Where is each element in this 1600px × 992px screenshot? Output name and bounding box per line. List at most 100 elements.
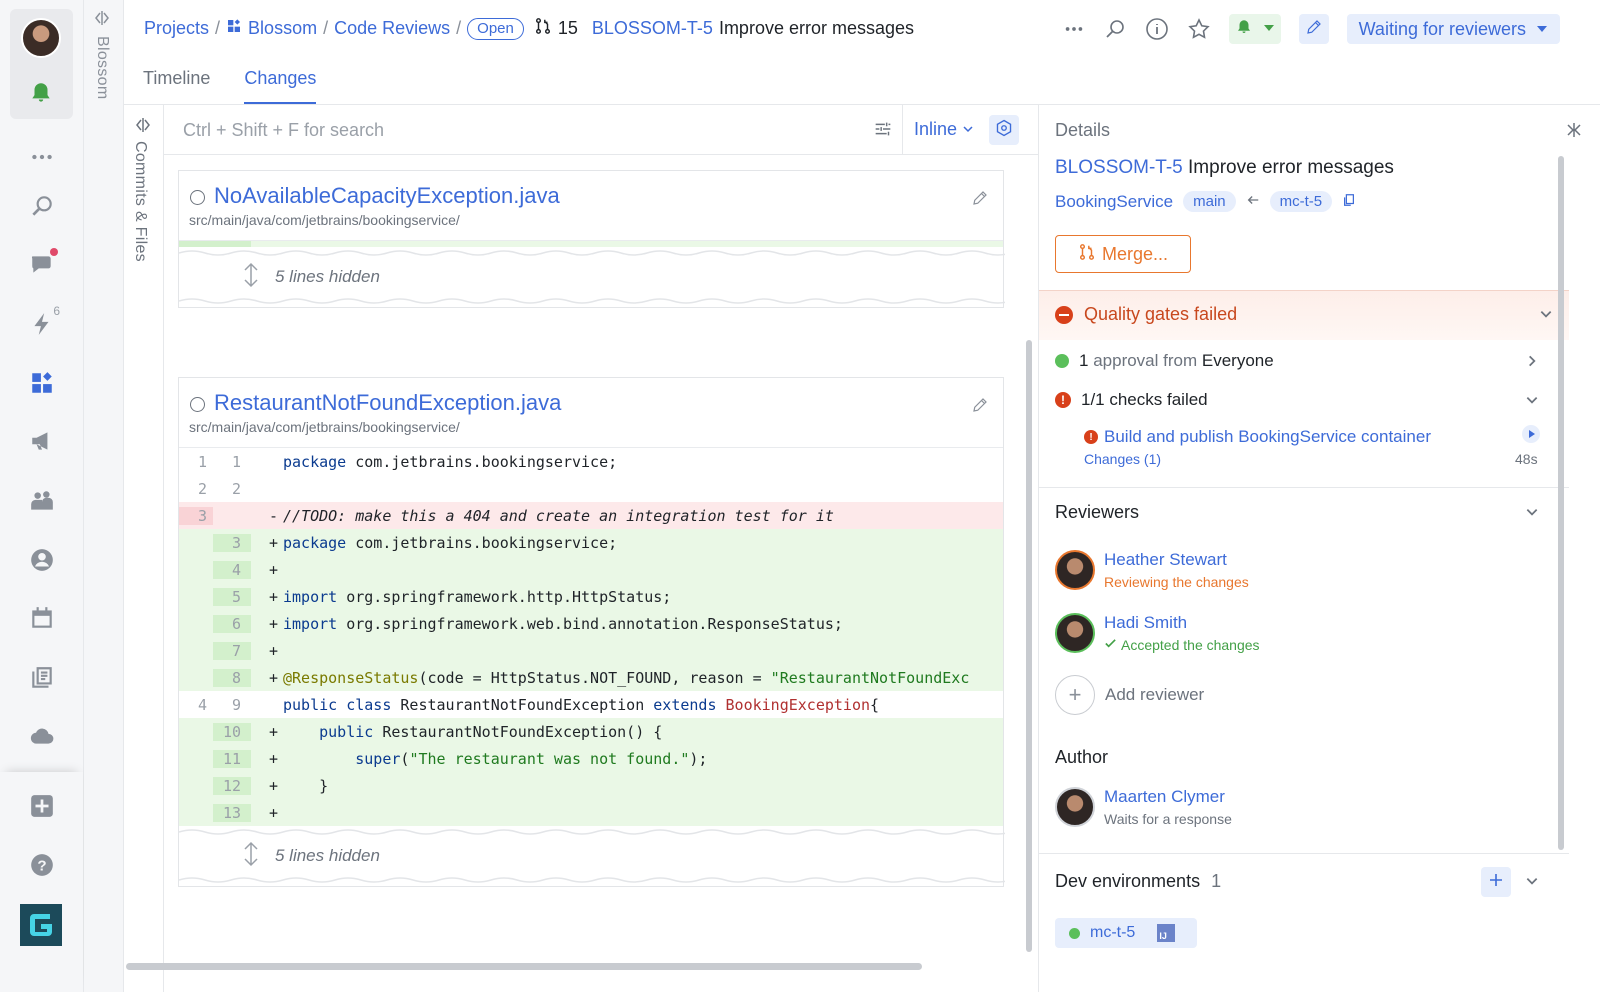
add-dev-environment-button[interactable]	[1481, 867, 1511, 897]
hidden-lines-label: 5 lines hidden	[275, 846, 380, 865]
star-icon[interactable]	[1187, 17, 1211, 41]
dev-environment-item[interactable]: mc-t-5 IJ	[1055, 918, 1197, 948]
diff-vertical-scrollbar[interactable]	[1026, 340, 1032, 952]
chevron-down-icon[interactable]	[1525, 393, 1539, 410]
expand-sidebar-icon[interactable]	[92, 8, 112, 31]
add-icon[interactable]	[22, 786, 62, 826]
code-line-added[interactable]: 13 +	[179, 799, 1003, 826]
details-scrollbar[interactable]	[1558, 156, 1564, 850]
projects-icon[interactable]	[22, 363, 62, 403]
code-line-added[interactable]: 3 + package com.jetbrains.bookingservice;	[179, 529, 1003, 556]
repository-link[interactable]: BookingService	[1055, 192, 1173, 212]
subscription-button[interactable]	[1228, 14, 1281, 44]
add-reviewer-button[interactable]: + Add reviewer	[1055, 675, 1204, 715]
documents-icon[interactable]	[22, 658, 62, 698]
chevron-down-icon[interactable]	[1539, 307, 1553, 324]
breadcrumb-project[interactable]: Blossom	[248, 18, 317, 39]
view-mode-dropdown[interactable]: Inline	[914, 119, 974, 140]
automation-icon[interactable]: 6	[22, 304, 62, 344]
reviewer-name[interactable]: Hadi Smith	[1104, 613, 1187, 633]
blog-icon[interactable]	[22, 421, 62, 461]
commits-files-panel-collapsed[interactable]: Commits & Files	[124, 105, 164, 992]
profile-button[interactable]	[10, 9, 73, 67]
wave-top	[179, 829, 1005, 835]
team-icon[interactable]	[22, 481, 62, 521]
expand-panel-icon[interactable]	[133, 115, 153, 139]
review-key[interactable]: BLOSSOM-T-5	[1055, 157, 1183, 178]
checks-status: 1/1 checks failed	[1081, 390, 1208, 409]
notifications-button[interactable]	[10, 67, 73, 119]
code-line-added[interactable]: 5 + import org.springframework.http.HttpSt…	[179, 583, 1003, 610]
review-title: Improve error messages	[1188, 157, 1394, 178]
collapse-panel-icon[interactable]	[1564, 120, 1584, 144]
approved-status-dot	[1055, 354, 1069, 368]
blocked-icon	[1055, 306, 1073, 324]
calendar-icon[interactable]	[22, 598, 62, 638]
file-viewed-toggle[interactable]	[190, 397, 205, 412]
profile-icon[interactable]	[22, 540, 62, 580]
review-key[interactable]: BLOSSOM-T-5	[592, 18, 713, 39]
review-status-dropdown[interactable]: Waiting for reviewers	[1346, 14, 1560, 44]
edit-file-icon[interactable]	[971, 396, 989, 418]
avatar[interactable]	[1055, 550, 1095, 590]
source-branch[interactable]: mc-t-5	[1269, 191, 1333, 212]
file-viewed-toggle[interactable]	[190, 190, 205, 205]
avatar[interactable]	[1055, 787, 1095, 827]
caret-down-icon[interactable]	[1263, 21, 1275, 38]
search-icon[interactable]	[1103, 17, 1127, 41]
file-path: src/main/java/com/jetbrains/bookingservi…	[189, 419, 460, 435]
reviewer-name[interactable]: Heather Stewart	[1104, 550, 1227, 570]
quality-gates-header[interactable]: Quality gates failed	[1039, 290, 1569, 340]
diff-settings-button[interactable]	[989, 115, 1019, 145]
code-line[interactable]: 22	[179, 475, 1003, 502]
approval-row[interactable]: 1 approval from Everyone	[1055, 351, 1274, 371]
checks-row[interactable]: ! 1/1 checks failed	[1055, 390, 1208, 410]
arrow-left-icon	[1246, 192, 1260, 212]
diff-horizontal-scrollbar[interactable]	[126, 963, 922, 970]
code-line-added[interactable]: 10 + public RestaurantNotFoundException()…	[179, 718, 1003, 745]
project-sidebar-collapsed[interactable]: Blossom	[84, 0, 124, 992]
cloud-icon[interactable]	[22, 716, 62, 756]
target-branch[interactable]: main	[1183, 191, 1236, 212]
code-line[interactable]: 1 1 package com.jetbrains.bookingservice;	[179, 448, 1003, 475]
edit-file-icon[interactable]	[971, 189, 989, 211]
check-changes-link[interactable]: Changes (1)	[1084, 451, 1161, 467]
chevron-right-icon[interactable]	[1525, 354, 1539, 371]
space-logo-icon[interactable]	[20, 904, 62, 946]
code-line-added[interactable]: 8 + @ResponseStatus(code = HttpStatus.NOT_…	[179, 664, 1003, 691]
filter-settings-icon[interactable]	[872, 118, 894, 144]
code-line[interactable]: 4 9 public class RestaurantNotFoundExcepti…	[179, 691, 1003, 718]
expand-arrows-icon	[243, 261, 259, 293]
help-icon[interactable]: ?	[22, 845, 62, 885]
breadcrumb-code-reviews[interactable]: Code Reviews	[334, 18, 450, 39]
more-options-icon[interactable]	[1063, 18, 1085, 40]
code-line-removed[interactable]: 3-//TODO: make this a 404 and create an …	[179, 502, 1003, 529]
breadcrumb-projects[interactable]: Projects	[144, 18, 209, 39]
run-icon[interactable]	[1521, 424, 1541, 448]
tab-changes[interactable]: Changes	[244, 68, 317, 104]
check-item[interactable]: ! Build and publish BookingService conta…	[1084, 427, 1431, 447]
file-name[interactable]: RestaurantNotFoundException.java	[214, 390, 561, 416]
diff-search-input[interactable]: Ctrl + Shift + F for search	[183, 120, 384, 141]
code-line-added[interactable]: 7 +	[179, 637, 1003, 664]
edit-button[interactable]	[1298, 14, 1329, 44]
code-line-added[interactable]: 4 +	[179, 556, 1003, 583]
hidden-lines-expander[interactable]: 5 lines hidden	[179, 826, 1005, 886]
chevron-down-icon[interactable]	[1525, 874, 1539, 891]
chevron-down-icon[interactable]	[1525, 505, 1539, 522]
tab-timeline[interactable]: Timeline	[143, 68, 210, 104]
code-line-added[interactable]: 12 + }	[179, 772, 1003, 799]
code-line-added[interactable]: 6 + import org.springframework.web.bind.an…	[179, 610, 1003, 637]
more-icon[interactable]	[22, 137, 62, 177]
copy-icon[interactable]	[1342, 192, 1356, 212]
info-icon[interactable]	[1145, 17, 1169, 41]
author-name[interactable]: Maarten Clymer	[1104, 787, 1225, 807]
code-line-added[interactable]: 11 + super("The restaurant was not found.…	[179, 745, 1003, 772]
hidden-lines-expander[interactable]: 5 lines hidden	[179, 247, 1005, 307]
file-name[interactable]: NoAvailableCapacityException.java	[214, 183, 560, 209]
merge-button[interactable]: Merge...	[1055, 235, 1191, 273]
chats-icon[interactable]	[22, 244, 62, 284]
search-icon[interactable]	[22, 186, 62, 226]
avatar[interactable]	[1055, 613, 1095, 653]
check-name[interactable]: Build and publish BookingService contain…	[1104, 427, 1431, 447]
